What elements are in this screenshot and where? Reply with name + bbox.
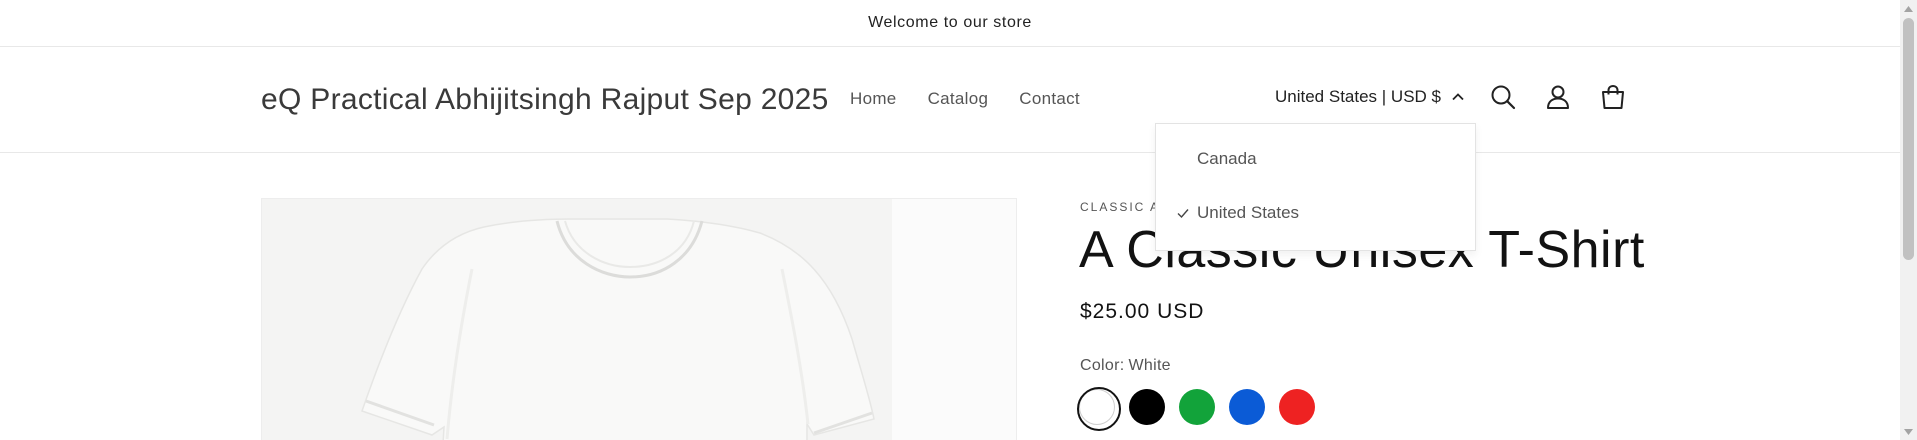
site-header: eQ Practical Abhijitsingh Rajput Sep 202… <box>0 47 1900 153</box>
account-icon <box>1547 85 1569 109</box>
color-option-label: Color: White <box>1080 357 1171 375</box>
page-scrollbar[interactable] <box>1900 0 1917 440</box>
color-swatch-blue[interactable] <box>1229 389 1265 425</box>
selected-color-value: White <box>1128 357 1171 374</box>
scroll-up-arrow-icon[interactable] <box>1900 0 1917 17</box>
product-price: $25.00 USD <box>1080 300 1205 323</box>
checkmark-icon <box>1177 209 1189 219</box>
color-swatches <box>1077 387 1315 431</box>
scroll-down-arrow-icon[interactable] <box>1900 423 1917 440</box>
tshirt-photo <box>262 199 1016 440</box>
main-nav: Home Catalog Contact <box>850 89 1080 109</box>
announcement-bar: Welcome to our store <box>0 0 1900 47</box>
cart-icon <box>1602 84 1624 109</box>
country-dropdown: Canada United States <box>1155 123 1476 251</box>
account-button[interactable] <box>1540 79 1576 115</box>
country-option-united-states[interactable]: United States <box>1156 193 1475 233</box>
cart-button[interactable] <box>1595 79 1631 115</box>
nav-contact[interactable]: Contact <box>1019 89 1080 109</box>
color-swatch-green[interactable] <box>1179 389 1215 425</box>
color-swatch-white[interactable] <box>1077 387 1121 431</box>
color-swatch-red[interactable] <box>1279 389 1315 425</box>
country-currency-label: United States | USD $ <box>1275 87 1441 106</box>
nav-home[interactable]: Home <box>850 89 897 109</box>
color-label-text: Color: <box>1080 357 1125 374</box>
nav-catalog[interactable]: Catalog <box>928 89 989 109</box>
store-logo[interactable]: eQ Practical Abhijitsingh Rajput Sep 202… <box>261 83 829 117</box>
search-icon <box>1491 85 1516 110</box>
country-option-canada[interactable]: Canada <box>1156 139 1475 179</box>
announcement-text: Welcome to our store <box>868 14 1032 31</box>
color-swatch-black[interactable] <box>1129 389 1165 425</box>
country-currency-selector[interactable]: United States | USD $ <box>1275 87 1465 107</box>
product-image[interactable] <box>261 198 1017 440</box>
country-option-label: Canada <box>1197 149 1257 168</box>
country-option-label: United States <box>1197 203 1300 222</box>
search-button[interactable] <box>1485 79 1521 115</box>
scrollbar-thumb[interactable] <box>1903 18 1914 260</box>
chevron-up-icon <box>1452 93 1464 101</box>
